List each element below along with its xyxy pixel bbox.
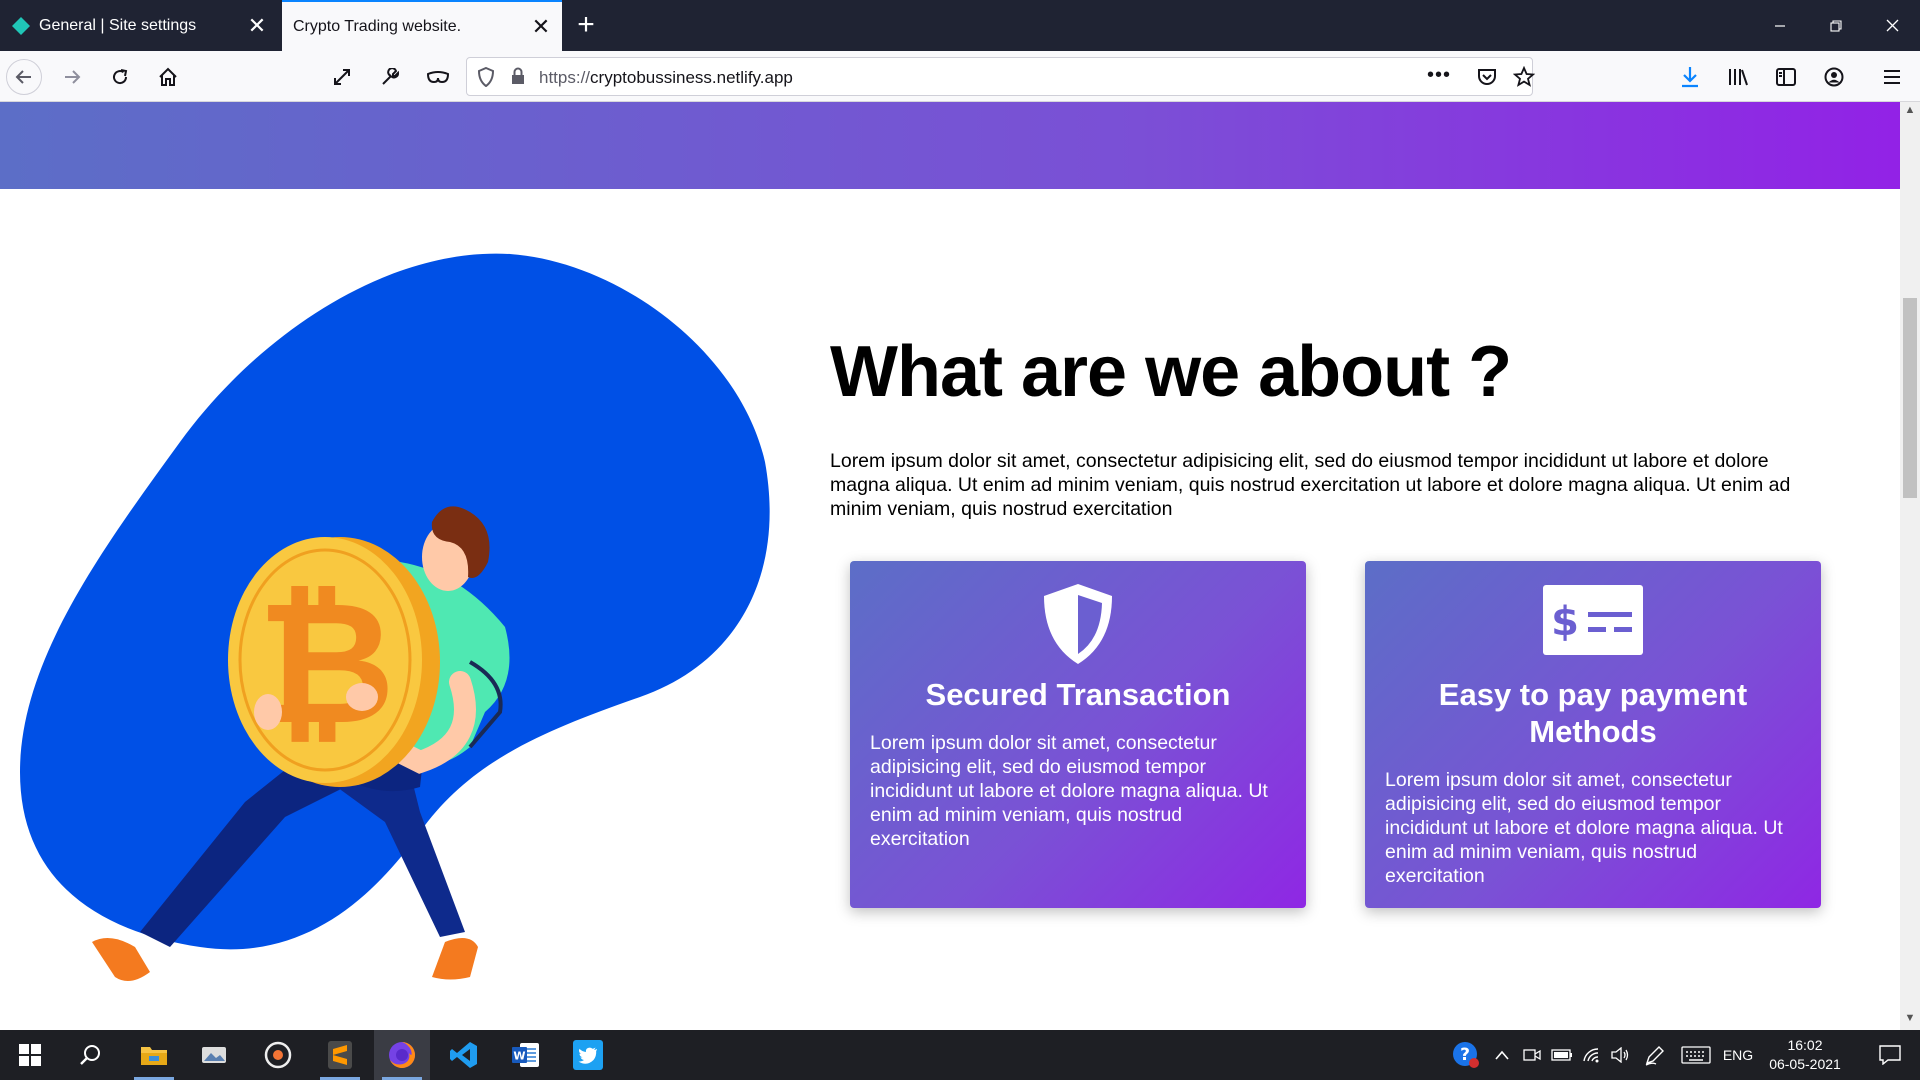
fullscreen-icon[interactable]: [324, 59, 360, 95]
web-page: ₿ What are we about ? Lorem ipsum dolor …: [0, 102, 1900, 1030]
file-explorer-icon[interactable]: [126, 1030, 182, 1080]
close-tab-icon[interactable]: ✕: [526, 12, 556, 42]
taskbar-clock[interactable]: 16:02 06-05-2021: [1760, 1036, 1850, 1074]
scroll-down-arrow-icon[interactable]: ▼: [1900, 1012, 1920, 1028]
meet-now-icon[interactable]: [1518, 1030, 1546, 1080]
url-text[interactable]: https://cryptobussiness.netlify.app: [539, 68, 793, 88]
restore-window-icon[interactable]: [1808, 0, 1864, 51]
photos-icon[interactable]: [186, 1030, 242, 1080]
tracking-protection-shield-icon[interactable]: [477, 67, 495, 87]
scrollbar-thumb[interactable]: [1903, 298, 1917, 498]
netlify-diamond-icon: [12, 16, 30, 35]
navigation-toolbar: https://cryptobussiness.netlify.app •••: [0, 51, 1920, 102]
tab-crypto-trading[interactable]: Crypto Trading website. ✕: [282, 0, 562, 51]
home-button[interactable]: [150, 59, 186, 95]
close-tab-icon[interactable]: ✕: [242, 11, 272, 41]
url-host: cryptobussiness.netlify.app: [590, 68, 793, 87]
keyboard-icon[interactable]: [1678, 1030, 1714, 1080]
private-mask-icon[interactable]: [420, 59, 456, 95]
tab-site-settings[interactable]: General | Site settings ✕: [0, 0, 278, 51]
page-actions-ellipsis-icon[interactable]: •••: [1427, 64, 1451, 87]
payment-card-icon: $: [1543, 585, 1643, 655]
svg-text:W: W: [513, 1050, 525, 1063]
help-icon[interactable]: ?: [1448, 1030, 1484, 1080]
vscode-icon[interactable]: [436, 1030, 492, 1080]
lock-icon[interactable]: [511, 67, 525, 85]
feature-card-easy-payment: $ Easy to pay payment Methods Lorem ipsu…: [1365, 561, 1821, 908]
tab-strip: General | Site settings ✕ Crypto Trading…: [0, 0, 1920, 51]
pocket-icon[interactable]: [1477, 67, 1497, 87]
library-icon[interactable]: [1720, 59, 1756, 95]
card-body-text: Lorem ipsum dolor sit amet, consectetur …: [870, 732, 1268, 850]
left-shoe: [92, 938, 150, 981]
start-icon[interactable]: [2, 1030, 58, 1080]
feature-card-secured-transaction: Secured Transaction Lorem ipsum dolor si…: [850, 561, 1306, 908]
tab-title: Crypto Trading website.: [293, 17, 462, 35]
bitcoin-man-illustration: ₿: [20, 253, 770, 981]
svg-text:$: $: [1551, 599, 1579, 645]
new-tab-button[interactable]: +: [570, 10, 602, 42]
sublime-text-icon[interactable]: [312, 1030, 368, 1080]
word-icon[interactable]: W: [498, 1030, 554, 1080]
downloads-icon[interactable]: [1672, 59, 1708, 95]
card-title: Easy to pay payment Methods: [1438, 677, 1748, 749]
sidebar-icon[interactable]: [1768, 59, 1804, 95]
wifi-icon[interactable]: [1578, 1030, 1606, 1080]
hamburger-menu-icon[interactable]: [1874, 59, 1910, 95]
section-heading: What are we about ?: [830, 332, 1512, 412]
scroll-up-arrow-icon[interactable]: ▲: [1900, 104, 1920, 120]
bitcoin-icon: ₿: [257, 565, 396, 763]
twitter-icon[interactable]: [560, 1030, 616, 1080]
svg-text:?: ?: [1460, 1045, 1470, 1065]
right-shoe: [432, 938, 478, 980]
url-prefix: https://: [539, 68, 591, 87]
back-button[interactable]: [6, 59, 42, 95]
forward-button[interactable]: [54, 59, 90, 95]
clock-time: 16:02: [1787, 1037, 1823, 1053]
section-intro-text: Lorem ipsum dolor sit amet, consectetur …: [830, 450, 1791, 520]
header-gradient-band: [0, 102, 1900, 189]
action-center-icon[interactable]: [1864, 1030, 1916, 1080]
close-window-icon[interactable]: [1864, 0, 1920, 51]
page-scrollbar[interactable]: ▲ ▼: [1900, 102, 1920, 1030]
wrench-icon[interactable]: [372, 59, 408, 95]
shield-icon: [1044, 584, 1112, 664]
address-bar[interactable]: https://cryptobussiness.netlify.app •••: [466, 57, 1535, 96]
media-icon[interactable]: [250, 1030, 306, 1080]
firefox-icon[interactable]: [374, 1030, 430, 1080]
minimize-window-icon[interactable]: [1752, 0, 1808, 51]
clock-date: 06-05-2021: [1769, 1056, 1841, 1072]
search-icon[interactable]: [62, 1030, 118, 1080]
language-indicator[interactable]: ENG: [1718, 1030, 1758, 1080]
card-body-text: Lorem ipsum dolor sit amet, consectetur …: [1385, 769, 1783, 887]
account-icon[interactable]: [1816, 59, 1852, 95]
windows-taskbar: W ? ENG 16:02 06-05-2021: [0, 1030, 1920, 1080]
bookmark-star-icon[interactable]: [1513, 66, 1535, 88]
bitcoin-coin: ₿: [228, 537, 440, 787]
reload-button[interactable]: [102, 59, 138, 95]
volume-icon[interactable]: [1606, 1030, 1634, 1080]
pen-icon[interactable]: [1640, 1030, 1670, 1080]
card-title: Secured Transaction: [925, 677, 1231, 712]
battery-icon[interactable]: [1548, 1030, 1576, 1080]
tab-title: General | Site settings: [39, 16, 197, 34]
chevron-up-icon[interactable]: [1490, 1030, 1514, 1080]
